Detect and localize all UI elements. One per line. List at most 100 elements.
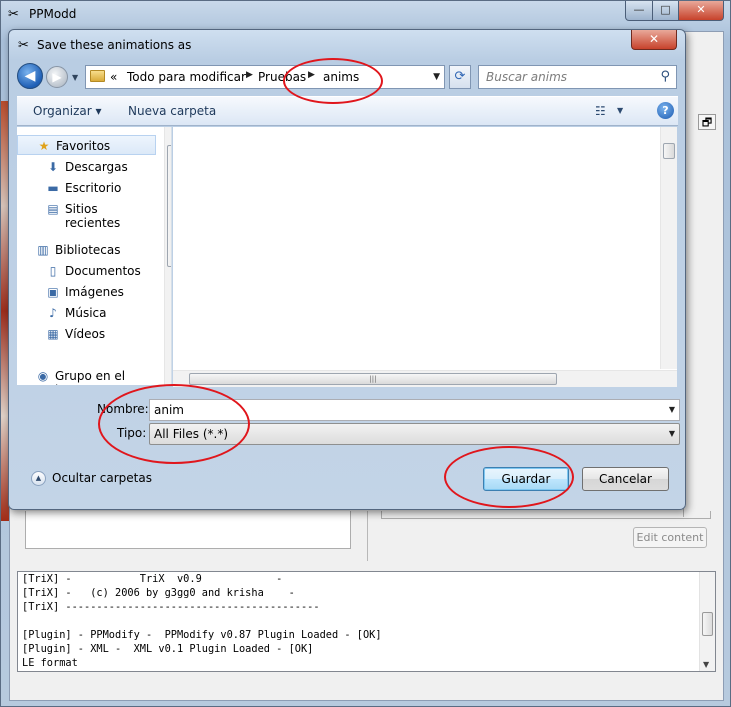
new-folder-button[interactable]: Nueva carpeta — [128, 104, 216, 118]
file-horizontal-scrollbar[interactable]: ||| — [173, 370, 677, 387]
file-name-field[interactable]: ▼ — [149, 399, 680, 421]
sidebar-item-label: Bibliotecas — [55, 243, 121, 257]
file-name-input[interactable] — [154, 402, 654, 418]
panel-divider — [367, 511, 368, 561]
sidebar-item-videos[interactable]: ▦ Vídeos — [17, 324, 156, 344]
view-options-icon[interactable]: ☷ — [595, 104, 611, 118]
scroll-down-icon[interactable]: ▼ — [703, 660, 709, 669]
back-button[interactable]: ◀ — [17, 63, 43, 89]
cancel-button[interactable]: Cancelar — [582, 467, 669, 491]
recent-places-icon: ▤ — [47, 202, 59, 216]
organize-menu[interactable]: Organizar ▾ — [33, 104, 102, 118]
sidebar-item-downloads[interactable]: ⬇ Descargas — [17, 157, 156, 177]
sidebar-item-label: Documentos — [65, 264, 141, 278]
breadcrumb-todo-para-modificar[interactable]: Todo para modificar — [127, 70, 246, 84]
pictures-icon: ▣ — [47, 285, 59, 299]
recent-locations-dropdown-icon[interactable]: ▼ — [72, 73, 78, 82]
console-lines: [TriX] - TriX v0.9 - [TriX] - (c) 2006 by… — [18, 572, 715, 670]
forward-arrow-icon: ▶ — [52, 70, 62, 84]
name-dropdown-icon[interactable]: ▼ — [669, 405, 675, 414]
edit-content-button[interactable]: Edit content — [633, 527, 707, 548]
console-line: [Plugin] - XML - XML v0.1 Plugin Loaded … — [22, 643, 314, 655]
file-vertical-scroll-thumb[interactable] — [663, 143, 675, 159]
desktop-icon: ▬ — [47, 181, 59, 195]
chevron-up-icon: ▲ — [31, 471, 46, 486]
homegroup-icon: ◉ — [37, 369, 49, 383]
libraries-icon: ▥ — [37, 243, 49, 257]
sidebar-item-documents[interactable]: ▯ Documentos — [17, 261, 156, 281]
console-line: LE format — [22, 657, 78, 669]
dialog-close-button[interactable]: ✕ — [631, 30, 677, 50]
downloads-icon: ⬇ — [47, 160, 59, 174]
breadcrumb-anims[interactable]: anims — [323, 70, 359, 84]
sidebar-item-libraries[interactable]: ▥ Bibliotecas — [17, 240, 156, 260]
type-dropdown-icon[interactable]: ▼ — [669, 429, 675, 438]
minimize-button[interactable]: — — [625, 1, 653, 21]
documents-icon: ▯ — [49, 264, 57, 278]
navigation-pane: ★ Favoritos ⬇ Descargas ▬ Escritorio ▤ Sitios r… — [17, 127, 172, 385]
tools-icon: ✂ — [8, 7, 19, 22]
maximize-button[interactable]: □ — [652, 1, 679, 21]
animation-listbox[interactable] — [25, 511, 351, 549]
search-input[interactable]: Buscar anims ⚲ — [478, 65, 677, 89]
music-icon: ♪ — [49, 306, 57, 320]
hide-folders-label: Ocultar carpetas — [52, 471, 152, 485]
sidebar-item-label: Escritorio — [65, 181, 122, 195]
sidebar-item-label: Favoritos — [56, 139, 111, 153]
parent-titlebar: ✂ PPModd — □ ✕ — [1, 1, 731, 31]
file-horizontal-scroll-thumb[interactable]: ||| — [189, 373, 557, 385]
refresh-button[interactable]: ⟳ — [449, 65, 471, 89]
nav-scrollbar[interactable] — [164, 127, 171, 385]
search-placeholder: Buscar anims — [486, 70, 568, 84]
sidebar-item-label: Imágenes — [65, 285, 124, 299]
parent-close-button[interactable]: ✕ — [678, 1, 724, 21]
breadcrumb-separator-icon[interactable]: ▶ — [246, 70, 253, 80]
nav-scroll-thumb[interactable] — [167, 145, 171, 267]
star-icon: ★ — [38, 139, 50, 153]
folder-icon — [90, 70, 105, 82]
console-scrollbar[interactable]: ▼ — [699, 572, 715, 671]
command-toolbar: Organizar ▾ Nueva carpeta ☷ ▼ ? — [17, 96, 678, 126]
sidebar-item-label: Grupo en el hogar — [55, 369, 126, 385]
search-icon[interactable]: ⚲ — [660, 69, 670, 84]
videos-icon: ▦ — [47, 327, 59, 341]
file-vertical-scrollbar[interactable] — [660, 127, 677, 369]
content-box — [381, 511, 711, 519]
address-overflow[interactable]: « — [110, 70, 117, 84]
console-log[interactable]: [TriX] - TriX v0.9 - [TriX] - (c) 2006 by… — [17, 571, 716, 672]
file-type-value: All Files (*.*) — [154, 427, 229, 441]
console-line: [TriX] ---------------------------------… — [22, 601, 320, 613]
sidebar-item-desktop[interactable]: ▬ Escritorio — [17, 178, 156, 198]
name-label: Nombre: — [97, 402, 149, 416]
sidebar-item-homegroup[interactable]: ◉ Grupo en el hogar — [17, 366, 156, 385]
file-list-pane[interactable]: ||| — [173, 127, 677, 387]
console-line: [TriX] - (c) 2006 by g3gg0 and krisha - — [22, 587, 295, 599]
dialog-title: Save these animations as — [37, 38, 192, 52]
console-scroll-thumb[interactable] — [702, 612, 713, 636]
file-type-select[interactable]: All Files (*.*) ▼ — [149, 423, 680, 445]
breadcrumb-separator-icon[interactable]: ▶ — [308, 70, 315, 80]
type-label: Tipo: — [117, 426, 147, 440]
back-arrow-icon: ◀ — [24, 68, 36, 84]
tools-icon: ✂ — [18, 38, 29, 53]
parent-window-title: PPModd — [29, 7, 77, 21]
view-dropdown-icon[interactable]: ▼ — [617, 106, 623, 115]
sidebar-item-pictures[interactable]: ▣ Imágenes — [17, 282, 156, 302]
save-button[interactable]: Guardar — [483, 467, 569, 491]
sidebar-item-label: Descargas — [65, 160, 128, 174]
refresh-icon: ⟳ — [454, 69, 466, 84]
console-line: [Plugin] - PPModify - PPModify v0.87 Plu… — [22, 629, 382, 641]
sidebar-item-music[interactable]: ♪ Música — [17, 303, 156, 323]
hide-folders-button[interactable]: ▲ Ocultar carpetas — [31, 471, 152, 486]
forward-button[interactable]: ▶ — [46, 66, 68, 88]
save-dialog: ✂ Save these animations as ✕ ◀ ▶ ▼ « Tod… — [8, 29, 686, 510]
sidebar-item-label: Vídeos — [65, 327, 106, 341]
address-dropdown-icon[interactable]: ▼ — [433, 72, 440, 82]
breadcrumb-pruebas[interactable]: Pruebas — [258, 70, 306, 84]
sidebar-item-label: Sitios recientes — [65, 202, 121, 230]
sidebar-item-recent-places[interactable]: ▤ Sitios recientes — [17, 199, 156, 230]
address-bar[interactable]: « Todo para modificar ▶ Pruebas ▶ anims … — [85, 65, 445, 89]
sidebar-item-star[interactable]: ★ Favoritos — [17, 135, 156, 155]
help-icon[interactable]: ? — [657, 102, 674, 119]
